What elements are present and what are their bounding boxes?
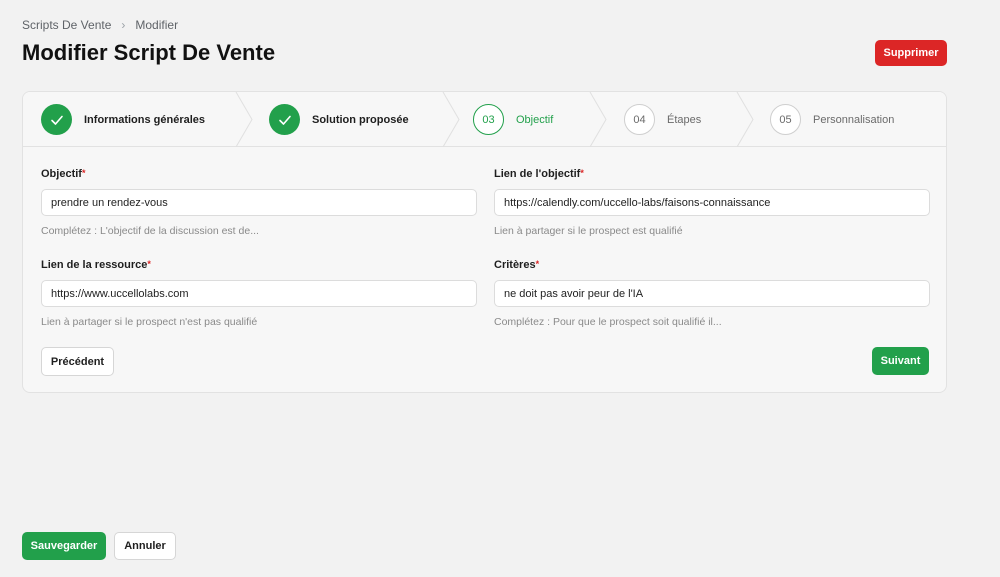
step-divider-icon [442,92,460,147]
step-informations-generales[interactable]: Informations générales [41,92,205,147]
breadcrumb-item-modifier: Modifier [135,18,179,32]
step-number: 04 [624,104,655,135]
form-card: Informations générales Solution proposée… [22,91,947,393]
lien-ressource-label: Lien de la ressource* [41,259,151,271]
step-label: Objectif [516,113,554,126]
step-number: 05 [770,104,801,135]
step-label: Informations générales [84,113,206,126]
lien-ressource-input[interactable]: https://www.uccellolabs.com [41,280,477,307]
lien-ressource-help: Lien à partager si le prospect n'est pas… [41,316,258,328]
stepper: Informations générales Solution proposée… [23,92,946,147]
check-icon [269,104,300,135]
criteres-help: Complétez : Pour que le prospect soit qu… [494,316,722,328]
lien-objectif-input[interactable]: https://calendly.com/uccello-labs/faison… [494,189,930,216]
step-objectif[interactable]: 03 Objectif [473,92,553,147]
step-label: Solution proposée [312,113,409,126]
lien-objectif-label: Lien de l'objectif* [494,168,584,180]
save-button[interactable]: Sauvegarder [22,532,106,560]
breadcrumb: Scripts De Vente › Modifier [22,18,178,32]
objectif-help: Complétez : L'objectif de la discussion … [41,225,259,237]
cancel-button[interactable]: Annuler [114,532,176,560]
step-divider-icon [736,92,754,147]
step-number: 03 [473,104,504,135]
step-divider-icon [589,92,607,147]
lien-objectif-help: Lien à partager si le prospect est quali… [494,225,683,237]
step-label: Étapes [667,113,702,126]
step-label: Personnalisation [813,113,895,126]
objectif-input[interactable]: prendre un rendez-vous [41,189,477,216]
breadcrumb-item-scripts[interactable]: Scripts De Vente [22,18,111,32]
step-divider-icon [235,92,253,147]
previous-button[interactable]: Précédent [41,347,114,376]
check-icon [41,104,72,135]
criteres-input[interactable]: ne doit pas avoir peur de l'IA [494,280,930,307]
step-solution-proposee[interactable]: Solution proposée [269,92,409,147]
next-button[interactable]: Suivant [872,347,929,375]
objectif-label: Objectif* [41,168,86,180]
delete-button[interactable]: Supprimer [875,40,947,66]
chevron-right-icon: › [121,18,126,32]
step-personnalisation[interactable]: 05 Personnalisation [770,92,894,147]
criteres-label: Critères* [494,259,540,271]
page-title: Modifier Script De Vente [22,40,276,65]
step-etapes[interactable]: 04 Étapes [624,92,701,147]
